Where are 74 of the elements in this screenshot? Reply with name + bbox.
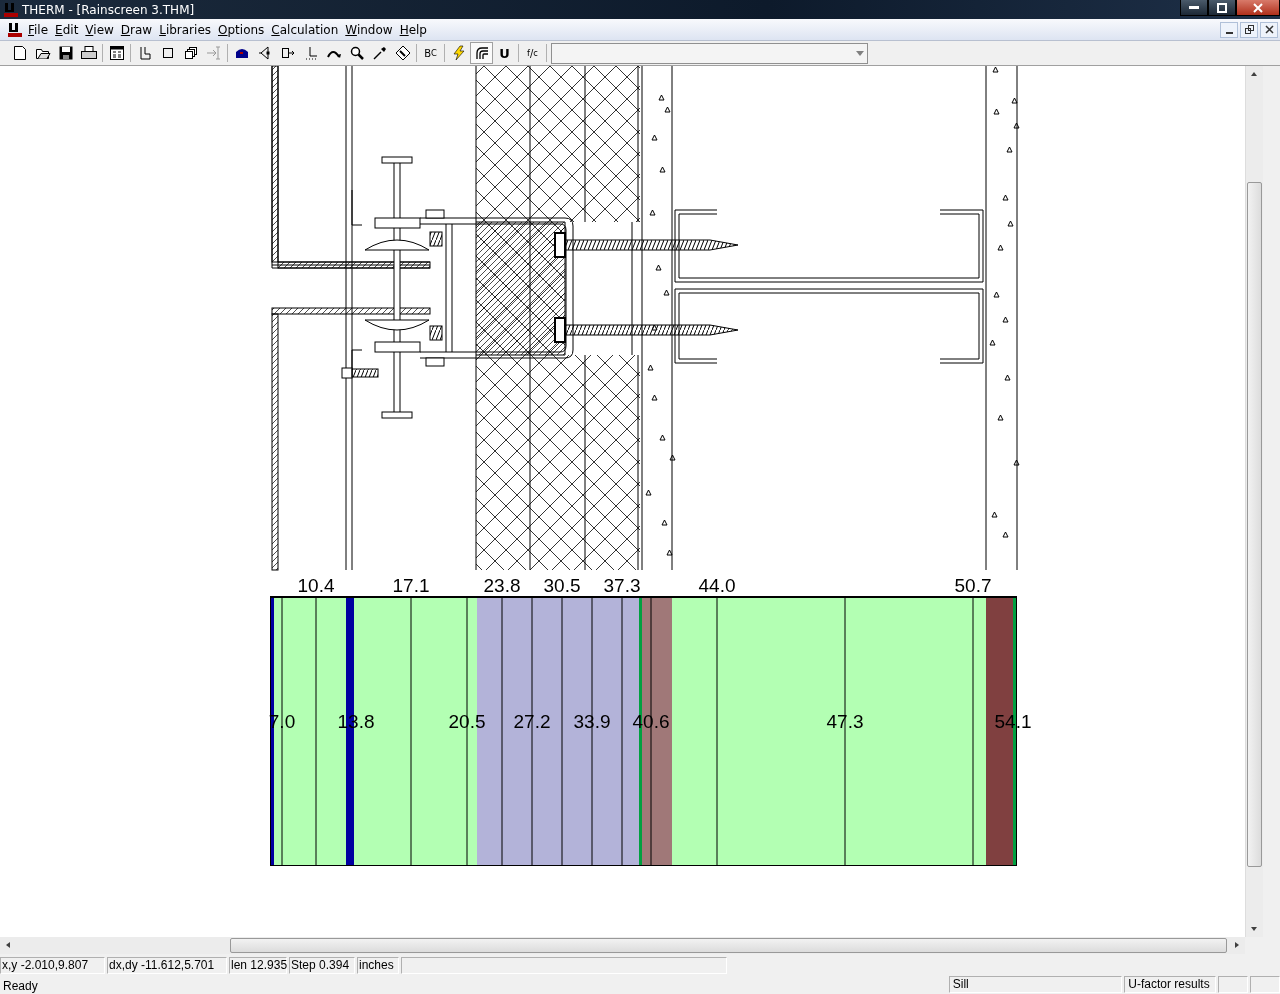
units-field: inches <box>357 957 399 974</box>
isotherm-label: 30.5 <box>543 575 581 596</box>
menu-item[interactable]: Help <box>399 22 434 37</box>
delta-field: dx,dy -11.612,5.701 <box>107 957 227 974</box>
eyedropper-icon <box>372 46 387 60</box>
close-icon <box>1264 25 1274 34</box>
printer-icon <box>80 46 97 60</box>
isotherm-label: 47.3 <box>826 711 864 732</box>
coordinates-field: x,y -2.010,9.807 <box>0 957 105 974</box>
status-panel <box>1250 976 1280 993</box>
scroll-thumb[interactable] <box>230 938 1227 953</box>
page-icon <box>12 45 27 61</box>
menu-item[interactable]: Window <box>345 22 400 37</box>
menu-item[interactable]: Edit <box>55 22 86 37</box>
isotherm-label: 54.1 <box>994 711 1032 732</box>
dropdown-arrow-icon <box>856 50 864 56</box>
maximize-button[interactable] <box>1208 0 1236 16</box>
horizontal-scrollbar[interactable] <box>0 937 1245 954</box>
isotherms-button[interactable] <box>470 42 493 64</box>
restore-icon <box>1217 2 1227 13</box>
scroll-thumb[interactable] <box>1247 182 1262 867</box>
scroll-left-icon <box>6 942 10 948</box>
document-logo-icon <box>8 21 22 38</box>
vertical-scrollbar[interactable] <box>1245 66 1263 937</box>
menu-item[interactable]: Draw <box>120 22 160 37</box>
mdi-minimize-button[interactable] <box>1220 21 1238 38</box>
window-title: THERM - [Rainscreen 3.THM] <box>22 2 195 17</box>
close-icon <box>1253 2 1263 13</box>
status-panel <box>1218 976 1249 993</box>
isotherm-label: 50.7 <box>954 575 992 596</box>
toolbar-dropdown[interactable] <box>551 42 868 64</box>
therm-logo-icon <box>4 1 18 18</box>
node-icon <box>257 46 272 60</box>
face-field: Sill <box>948 976 1123 993</box>
menu-item[interactable]: View <box>85 22 121 37</box>
isotherm-label: 27.2 <box>513 711 551 732</box>
isotherm-label: 23.8 <box>483 575 521 596</box>
isotherm-label: 44.0 <box>698 575 736 596</box>
form-icon <box>109 46 124 60</box>
isotherm-label: 37.3 <box>603 575 641 596</box>
step-field: Step 0.394 <box>289 957 355 974</box>
mdi-restore-button[interactable] <box>1240 21 1258 38</box>
restore-icon <box>1244 25 1254 34</box>
stacked-squares-icon <box>183 46 198 60</box>
arch-block-icon <box>234 47 249 59</box>
menu-item[interactable]: Options <box>218 22 272 37</box>
menu-item[interactable]: Libraries <box>159 22 218 37</box>
box-arrow-icon <box>280 46 295 60</box>
isotherm-label: 33.9 <box>573 711 611 732</box>
scroll-right-icon <box>1235 942 1239 948</box>
menu-item[interactable]: Calculation <box>271 22 346 37</box>
isotherm-label: 17.1 <box>392 575 430 596</box>
scroll-up-icon <box>1251 72 1257 76</box>
arrow-to-line-icon <box>205 46 222 60</box>
minimize-button[interactable] <box>1180 0 1208 16</box>
u-factor-button[interactable]: U <box>493 42 516 64</box>
results-field: U-factor results <box>1124 976 1217 993</box>
folder-icon <box>34 46 51 60</box>
length-field: len 12.935 <box>229 957 287 974</box>
minimize-icon <box>1225 31 1233 34</box>
polyline-icon <box>138 46 151 60</box>
isotherm-label: 20.5 <box>448 711 486 732</box>
magnifier-icon <box>349 46 364 60</box>
dotted-corner-icon <box>303 46 318 60</box>
isotherm-label: 10.4 <box>297 575 335 596</box>
close-button[interactable] <box>1236 0 1280 16</box>
status-message: Ready <box>2 979 39 993</box>
menu-item[interactable]: File <box>28 22 56 37</box>
lightning-icon <box>452 45 465 61</box>
mdi-close-button[interactable] <box>1260 21 1278 38</box>
scroll-down-icon <box>1251 927 1257 931</box>
minimize-icon <box>1189 6 1199 9</box>
rectangle-icon <box>161 47 174 59</box>
nested-curves-icon <box>474 46 489 60</box>
